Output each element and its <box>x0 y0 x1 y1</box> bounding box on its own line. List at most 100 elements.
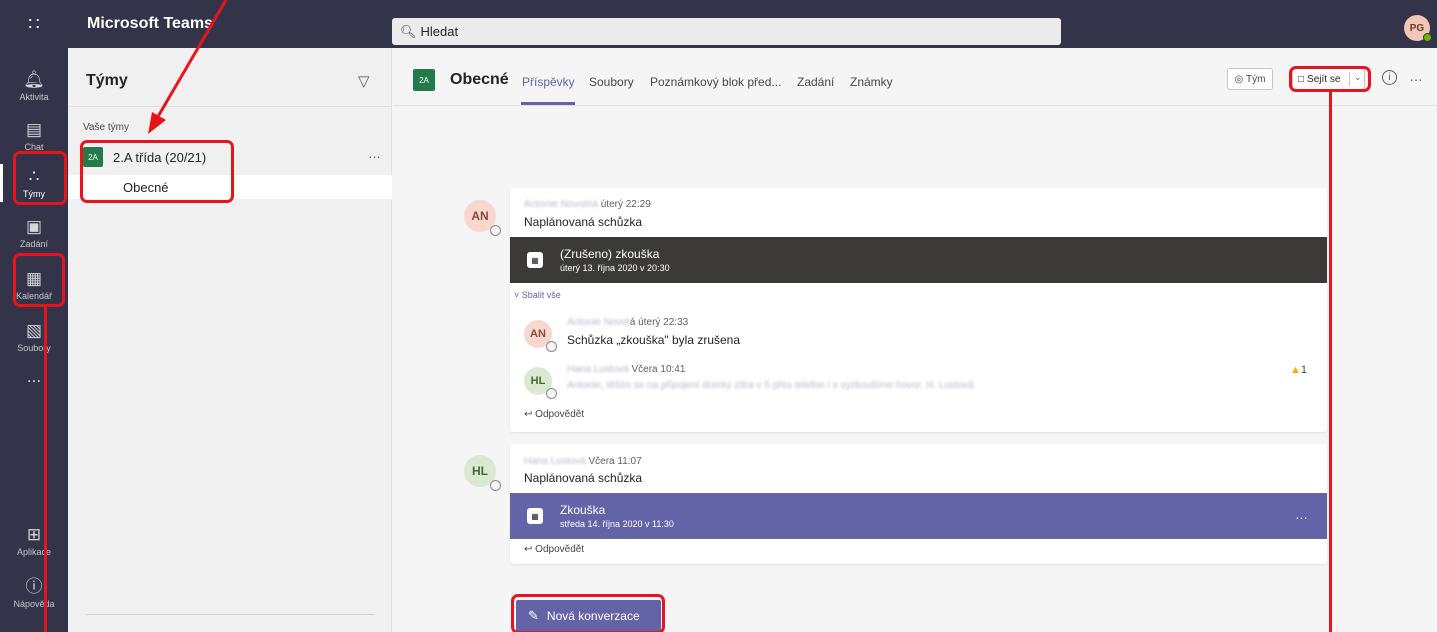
author-name: Hana Lustová <box>567 364 629 375</box>
eye-icon: ◎ <box>1234 73 1247 85</box>
author-name: Antonie Novot <box>567 317 630 328</box>
teams-pane-title: Týmy <box>86 72 128 89</box>
collapse-label: Sbalit vše <box>521 290 561 300</box>
app-rail: 🔔︎ Aktivita ▤ Chat ∴ Týmy ▣ Zadání ▦ Kal… <box>0 48 68 632</box>
team-button[interactable]: ◎ Tým <box>1227 68 1273 90</box>
more-options-icon[interactable]: … <box>1409 68 1424 84</box>
more-options-icon[interactable]: … <box>1295 507 1308 522</box>
post-time: Včera 11:07 <box>588 456 642 467</box>
meeting-card[interactable]: ▦ Zkouška středa 14. října 2020 v 11:30 … <box>510 493 1327 539</box>
rail-label: Aktivita <box>19 91 49 102</box>
post-text: Naplánovaná schůzka <box>524 471 643 485</box>
annotation-arrow-head <box>148 112 166 134</box>
annotation-box-calendar-rail <box>13 253 65 307</box>
divider <box>68 106 392 107</box>
channel-team-badge: 2A <box>413 69 435 91</box>
author-name: Antonie Novotná <box>524 199 598 210</box>
annotation-arrow-line <box>154 0 228 121</box>
chat-icon: ▤ <box>25 119 43 139</box>
tab-posts[interactable]: Příspěvky <box>522 75 575 89</box>
annotation-line <box>44 307 47 632</box>
channel-title: Obecné <box>450 71 509 88</box>
more-icon: ... <box>26 366 42 386</box>
post-meta: Hana Lustová Včera 11:07 <box>524 456 642 467</box>
post-time: úterý 22:29 <box>600 199 651 210</box>
like-reaction[interactable]: ▲1 <box>1290 364 1307 376</box>
rail-item-assignments[interactable]: ▣ Zadání <box>0 208 68 258</box>
reply-arrow-icon: ↩ <box>524 409 536 420</box>
reply-button[interactable]: ↩ Odpovědět <box>524 544 584 555</box>
post-card: Antonie Novotná úterý 22:29 Naplánovaná … <box>510 188 1327 432</box>
annotation-box-teams-rail <box>13 151 67 205</box>
calendar-icon: ▦ <box>527 508 543 524</box>
reply-label: Odpovědět <box>535 544 585 555</box>
divider <box>86 614 374 615</box>
reply-meta: Antonie Novotá úterý 22:33 <box>567 317 688 328</box>
presence-offline-icon <box>490 225 501 236</box>
meeting-info: (Zrušeno) zkouška úterý 13. října 2020 v… <box>560 247 670 273</box>
rail-item-apps[interactable]: ⊞ Aplikace <box>0 516 68 566</box>
active-tab-indicator <box>521 102 575 105</box>
app-launcher-icon[interactable]: ∷ <box>0 0 68 48</box>
annotation-line <box>1329 92 1332 632</box>
reply-time: úterý 22:33 <box>638 317 689 328</box>
rail-item-more[interactable]: ... <box>0 353 68 403</box>
tab-files[interactable]: Soubory <box>589 75 634 89</box>
avatar-initials: HL <box>472 464 488 478</box>
avatar[interactable]: AN <box>464 200 501 236</box>
avatar-initials: AN <box>530 328 546 340</box>
collapse-all-link[interactable]: ˅ Sbalit vše <box>514 290 561 300</box>
more-options-icon[interactable]: … <box>368 146 382 161</box>
files-icon: ▧ <box>25 320 43 340</box>
reply-time: Včera 10:41 <box>631 364 686 375</box>
meeting-title: Zkouška <box>560 503 606 517</box>
rail-label: Chat <box>24 141 44 152</box>
search-icon: 🔍︎ <box>400 23 417 39</box>
team-button-label: Tým <box>1246 73 1266 85</box>
author-name: Hana Lustová <box>524 456 586 467</box>
reply-text: Antonie, těším se na připojení dcerky zí… <box>567 380 974 391</box>
apps-icon: ⊞ <box>26 524 42 544</box>
like-count: 1 <box>1300 364 1308 376</box>
user-initials: PG <box>1409 22 1425 34</box>
info-icon[interactable]: i <box>1382 70 1397 85</box>
channel-header: 2A Obecné Příspěvky Soubory Poznámkový b… <box>393 48 1437 106</box>
help-icon: ⓘ <box>25 576 43 596</box>
user-avatar[interactable]: PG <box>1404 15 1432 42</box>
meeting-datetime: úterý 13. října 2020 v 20:30 <box>560 263 670 273</box>
avatar-initials: AN <box>471 209 489 223</box>
post-meta: Antonie Novotná úterý 22:29 <box>524 199 651 210</box>
avatar[interactable]: AN <box>524 320 557 352</box>
thumbs-up-icon: ▲ <box>1290 364 1301 376</box>
chevron-down-icon: ˅ <box>514 290 522 300</box>
tab-grades[interactable]: Známky <box>850 75 893 89</box>
avatar[interactable]: HL <box>464 455 501 491</box>
post-text: Naplánovaná schůzka <box>524 215 643 229</box>
assignments-icon: ▣ <box>25 216 43 236</box>
tab-notebook[interactable]: Poznámkový blok před... <box>650 75 781 89</box>
meeting-info: Zkouška středa 14. října 2020 v 11:30 <box>560 503 674 529</box>
reply-text: Schůzka „zkouška" byla zrušena <box>567 333 741 347</box>
avatar[interactable]: HL <box>524 367 557 399</box>
reply-button[interactable]: ↩ Odpovědět <box>524 409 584 420</box>
tab-assignments[interactable]: Zadání <box>797 75 834 89</box>
presence-offline-icon <box>490 480 501 491</box>
search-placeholder: Hledat <box>420 24 459 39</box>
meeting-card[interactable]: ▦ (Zrušeno) zkouška úterý 13. října 2020… <box>510 237 1327 283</box>
reply-arrow-icon: ↩ <box>524 544 536 555</box>
annotation-arrow <box>148 0 228 134</box>
presence-offline-icon <box>546 341 557 352</box>
search-input[interactable]: 🔍︎ Hledat <box>392 18 1061 45</box>
your-teams-label: Vaše týmy <box>83 122 129 133</box>
author-name-suffix: á <box>629 317 636 328</box>
rail-label: Zadání <box>19 238 49 249</box>
reply-label: Odpovědět <box>535 409 585 420</box>
calendar-icon: ▦ <box>527 252 543 268</box>
meeting-datetime: středa 14. října 2020 v 11:30 <box>560 519 674 529</box>
annotation-box-new-conversation <box>511 594 665 632</box>
filter-icon[interactable]: ▽ <box>358 72 370 90</box>
rail-item-activity[interactable]: 🔔︎ Aktivita <box>0 61 68 111</box>
annotation-box-team <box>80 140 234 203</box>
rail-item-help[interactable]: ⓘ Nápověda <box>0 568 68 618</box>
avatar-initials: HL <box>530 375 546 387</box>
